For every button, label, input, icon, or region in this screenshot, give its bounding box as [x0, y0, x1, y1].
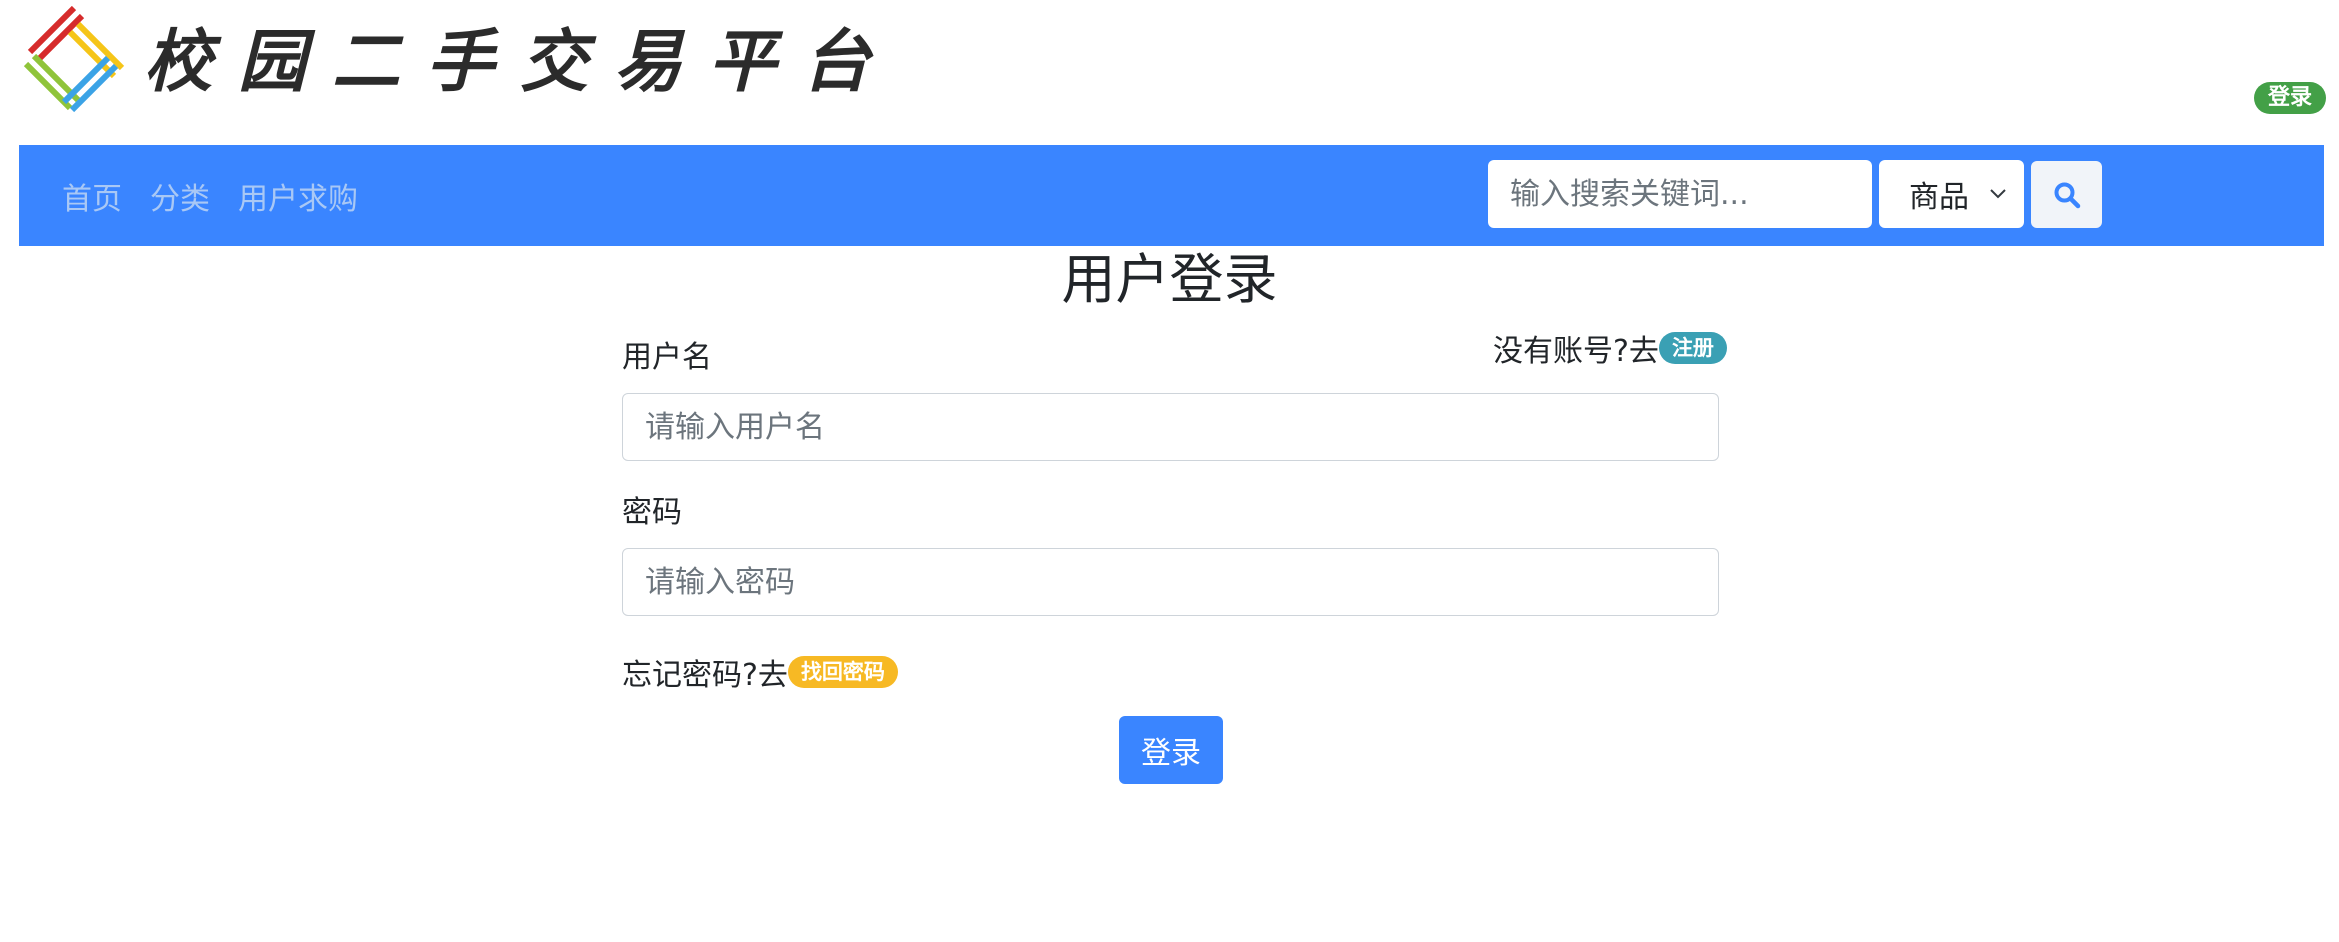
site-logo[interactable]: 校园二手交易平台 — [22, 6, 896, 118]
search-input[interactable] — [1488, 160, 1872, 228]
search-icon — [2054, 182, 2080, 208]
login-link-badge[interactable]: 登录 — [2254, 82, 2327, 114]
nav-link-home[interactable]: 首页 — [62, 174, 122, 218]
register-badge[interactable]: 注册 — [1658, 332, 1727, 364]
search-type-select[interactable]: 商品 — [1879, 160, 2024, 228]
site-header: 校园二手交易平台 登录 — [0, 0, 2339, 145]
register-prompt: 没有账号?去 注册 — [1493, 326, 1727, 370]
search-button[interactable] — [2031, 161, 2102, 228]
site-title: 校园二手交易平台 — [144, 22, 897, 102]
logo-icon — [23, 6, 125, 113]
nav-link-wanted[interactable]: 用户求购 — [238, 174, 358, 218]
forgot-password-prompt: 忘记密码?去 找回密码 — [622, 650, 898, 694]
password-input[interactable] — [622, 548, 1719, 616]
nav-link-category[interactable]: 分类 — [150, 174, 210, 218]
register-prompt-text: 没有账号?去 — [1493, 334, 1659, 369]
nav-links: 首页 分类 用户求购 — [62, 145, 386, 246]
search-type-value: 商品 — [1909, 180, 1969, 215]
username-label: 用户名 — [622, 340, 712, 375]
password-label: 密码 — [622, 495, 682, 530]
forgot-password-badge[interactable]: 找回密码 — [787, 656, 898, 688]
top-navbar: 首页 分类 用户求购 商品 — [19, 145, 2324, 246]
forgot-prompt-text: 忘记密码?去 — [622, 658, 788, 693]
chevron-down-icon — [1990, 189, 2006, 199]
page-title: 用户登录 — [1061, 248, 1278, 311]
login-submit-button[interactable]: 登录 — [1119, 716, 1223, 784]
username-input[interactable] — [622, 393, 1719, 461]
